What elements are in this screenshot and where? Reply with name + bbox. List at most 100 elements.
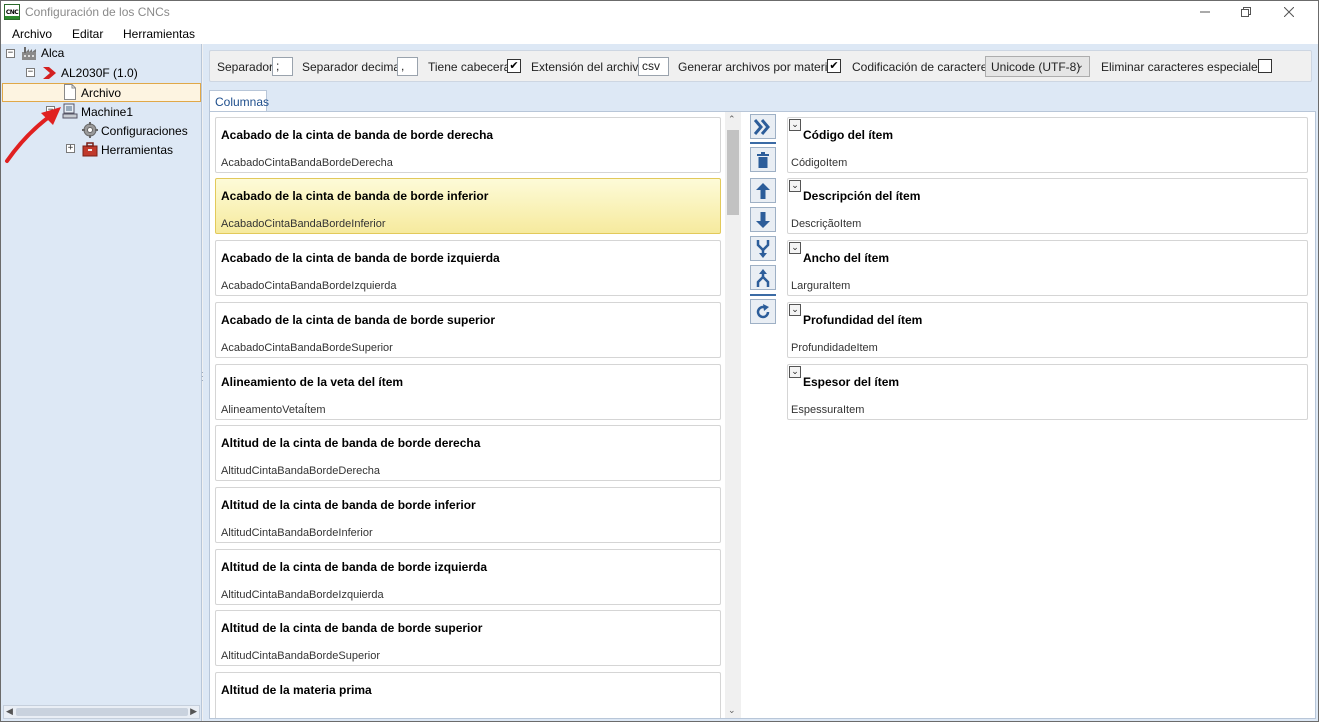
list-item[interactable]: ⌄ Descripción del ítem DescriçãoItem (787, 178, 1308, 234)
list-item-selected[interactable]: Acabado de la cinta de banda de borde in… (215, 178, 721, 234)
column-title: Descripción del ítem (803, 189, 921, 203)
app-window: CNC Configuración de los CNCs Archivo Ed… (0, 0, 1319, 722)
column-title: Ancho del ítem (803, 251, 890, 265)
trash-icon (757, 151, 769, 168)
tree-item-alca[interactable]: Alca (41, 46, 64, 60)
expand-icon[interactable]: ⌄ (789, 119, 801, 131)
menu-editar[interactable]: Editar (72, 27, 103, 41)
column-title: Altitud de la cinta de banda de borde iz… (221, 560, 488, 574)
codificacion-label: Codificación de caracteres (852, 60, 994, 74)
expand-icon[interactable]: ⌄ (789, 180, 801, 192)
column-key: AltitudCintaBandaBordeInferior (221, 527, 373, 539)
computer-icon (62, 103, 78, 119)
list-item[interactable]: Altitud de la materia prima (215, 672, 721, 718)
window-title: Configuración de los CNCs (25, 5, 170, 19)
title-bar: CNC Configuración de los CNCs (1, 1, 1318, 23)
menu-bar: Archivo Editar Herramientas (1, 23, 1318, 44)
cabecera-checkbox[interactable]: ✔ (507, 59, 521, 73)
column-key: AltitudCintaBandaBordeDerecha (221, 465, 380, 477)
column-title: Altitud de la cinta de banda de borde su… (221, 621, 483, 635)
menu-archivo[interactable]: Archivo (12, 27, 52, 41)
tree-horizontal-scrollbar[interactable]: ◀ ▶ (3, 705, 200, 719)
expand-icon[interactable]: ⌄ (789, 366, 801, 378)
column-key: AltitudCintaBandaBordeIzquierda (221, 589, 384, 601)
expand-icon[interactable]: ⌄ (789, 304, 801, 316)
tree-expand-toggle[interactable]: + (66, 144, 75, 153)
tree-panel: − Alca − AL2030F (1.0) Archivo − Machine… (1, 44, 202, 721)
close-button[interactable] (1266, 1, 1312, 23)
refresh-button[interactable] (750, 299, 776, 324)
column-title: Altitud de la cinta de banda de borde de… (221, 436, 481, 450)
move-down-button[interactable] (750, 207, 776, 232)
tool-separator (750, 294, 776, 296)
scroll-down-icon[interactable]: ⌄ (728, 705, 736, 716)
available-list-scrollbar[interactable]: ⌃ ⌄ (725, 112, 741, 718)
chevron-down-icon: ⌄ (1075, 60, 1084, 71)
list-item[interactable]: ⌄ Ancho del ítem LarguraItem (787, 240, 1308, 296)
list-item[interactable]: ⌄ Profundidad del ítem ProfundidadeItem (787, 302, 1308, 358)
restore-button[interactable] (1223, 1, 1269, 23)
codificacion-select[interactable]: Unicode (UTF-8) ⌄ (985, 56, 1090, 77)
tab-columnas[interactable]: Columnas (209, 90, 269, 112)
list-item[interactable]: Acabado de la cinta de banda de borde de… (215, 117, 721, 173)
list-item[interactable]: Altitud de la cinta de banda de borde su… (215, 610, 721, 666)
tree-collapse-toggle[interactable]: − (6, 49, 15, 58)
list-item[interactable]: Acabado de la cinta de banda de borde su… (215, 302, 721, 358)
export-options-bar: Separador ; Separador decimal , Tiene ca… (209, 50, 1312, 82)
list-item[interactable]: Altitud de la cinta de banda de borde de… (215, 425, 721, 481)
decimal-separator-input[interactable]: , (397, 57, 418, 76)
scroll-up-icon[interactable]: ⌃ (728, 114, 736, 125)
scroll-left-icon[interactable]: ◀ (6, 706, 13, 717)
expand-icon[interactable]: ⌄ (789, 242, 801, 254)
delete-button[interactable] (750, 147, 776, 172)
move-up-button[interactable] (750, 178, 776, 203)
list-item[interactable]: ⌄ Espesor del ítem EspessuraItem (787, 364, 1308, 420)
column-title: Alineamiento de la veta del ítem (221, 375, 404, 389)
menu-herramientas[interactable]: Herramientas (123, 27, 195, 41)
cnc-app-icon: CNC (4, 4, 20, 20)
split-button[interactable] (750, 265, 776, 290)
toolbox-icon (82, 142, 98, 157)
double-chevron-right-icon (754, 118, 770, 135)
scroll-right-icon[interactable]: ▶ (190, 706, 197, 717)
column-key: AcabadoCintaBandaBordeSuperior (221, 342, 393, 354)
tree-item-archivo[interactable]: Archivo (81, 86, 121, 100)
separador-label: Separador (217, 60, 274, 74)
scroll-thumb[interactable] (727, 130, 739, 215)
list-item[interactable]: ⌄ Código del ítem CódigoItem (787, 117, 1308, 173)
column-title: Acabado de la cinta de banda de borde in… (221, 189, 489, 203)
minimize-button[interactable] (1182, 1, 1228, 23)
codificacion-value: Unicode (UTF-8) (991, 60, 1081, 74)
extension-label: Extensión del archivo (531, 60, 646, 74)
por-material-checkbox[interactable]: ✔ (827, 59, 841, 73)
separador-input[interactable]: ; (272, 57, 293, 76)
tree-item-configuraciones[interactable]: Configuraciones (101, 124, 188, 138)
column-title: Acabado de la cinta de banda de borde de… (221, 128, 494, 142)
chevron-right-red-icon (43, 67, 56, 79)
extension-input[interactable]: csv (638, 57, 669, 76)
tree-collapse-toggle[interactable]: − (46, 106, 55, 115)
tree-item-machine1[interactable]: Machine1 (81, 105, 133, 119)
tree-item-al2030f[interactable]: AL2030F (1.0) (61, 66, 138, 80)
list-item[interactable]: Alineamiento de la veta del ítem Alineam… (215, 364, 721, 420)
eliminar-checkbox[interactable] (1258, 59, 1272, 73)
split-icon (756, 268, 770, 287)
add-columns-button[interactable] (750, 114, 776, 139)
column-title: Código del ítem (803, 128, 893, 142)
column-title: Espesor del ítem (803, 375, 900, 389)
column-title: Acabado de la cinta de banda de borde iz… (221, 251, 500, 265)
merge-button[interactable] (750, 236, 776, 261)
column-key: AcabadoCintaBandaBordeInferior (221, 218, 386, 230)
document-icon (64, 84, 76, 100)
refresh-icon (756, 303, 770, 318)
list-item[interactable]: Altitud de la cinta de banda de borde iz… (215, 549, 721, 605)
gear-icon (82, 122, 98, 138)
list-item[interactable]: Altitud de la cinta de banda de borde in… (215, 487, 721, 543)
tree-collapse-toggle[interactable]: − (26, 68, 35, 77)
list-item[interactable]: Acabado de la cinta de banda de borde iz… (215, 240, 721, 296)
column-key: DescriçãoItem (791, 218, 862, 230)
column-title: Altitud de la cinta de banda de borde in… (221, 498, 476, 512)
tree-item-herramientas[interactable]: Herramientas (101, 143, 173, 157)
selected-columns-list: ⌄ Código del ítem CódigoItem ⌄ Descripci… (784, 112, 1315, 718)
scroll-thumb[interactable] (16, 708, 188, 716)
